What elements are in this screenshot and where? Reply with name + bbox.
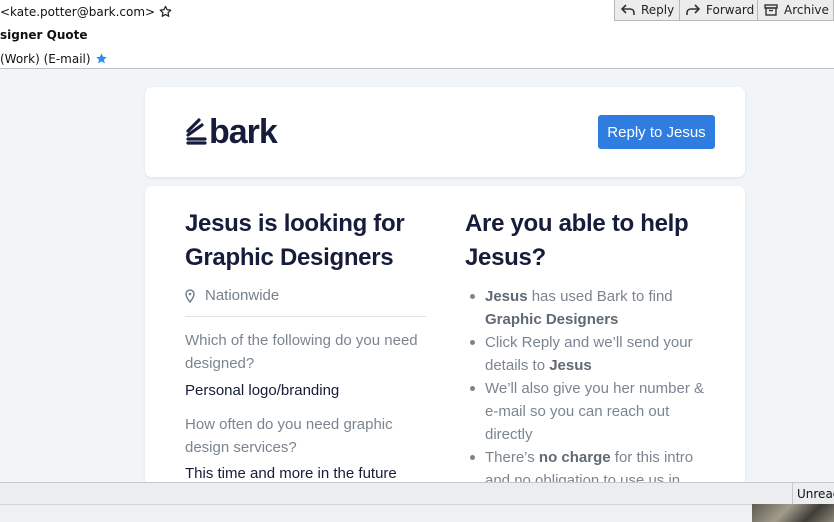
bullet-bold-text: no charge [538, 449, 611, 466]
help-bullet-item: There’s no charge for this intro and no … [465, 446, 705, 482]
reply-button[interactable]: Reply [614, 0, 684, 21]
forward-button[interactable]: Forward [679, 0, 764, 21]
background-window-strip [0, 504, 752, 522]
subject-line: signer Quote [0, 28, 88, 42]
help-heading: Are you able to help Jesus? [465, 210, 689, 271]
star-outline-icon[interactable] [159, 5, 172, 21]
answer-1: Personal logo/branding [185, 382, 340, 399]
location-pin-icon [185, 288, 195, 303]
from-line: <kate.potter@bark.com> [0, 5, 172, 21]
help-bullet-item: Click Reply and we’ll send your details … [465, 331, 705, 377]
reply-icon [621, 4, 635, 15]
recipient[interactable]: (Work) (E-mail) [0, 52, 91, 66]
request-heading: Jesus is looking for Graphic Designers [185, 210, 405, 271]
help-bullet-item: Jesus has used Bark to find Graphic Desi… [465, 285, 705, 331]
help-bullet-item: We’ll also give you her number & e-mail … [465, 377, 705, 446]
answer-2: This time and more in the future [185, 465, 397, 482]
status-bar: Unread [0, 482, 834, 505]
logo-text: bark [209, 113, 278, 151]
message-header: <kate.potter@bark.com> signer Quote (Wor… [0, 0, 834, 69]
forward-label: Forward [706, 3, 755, 17]
archive-label: Archive [784, 3, 829, 17]
location: Nationwide [185, 287, 279, 304]
background-window [0, 504, 834, 522]
star-filled-icon[interactable] [95, 52, 108, 68]
bark-mark-icon [186, 118, 207, 145]
background-image [752, 504, 834, 522]
bullet-bold-text: Jesus [485, 288, 528, 305]
request-card: Jesus is looking for Graphic Designers N… [145, 186, 745, 482]
archive-button[interactable]: Archive [757, 0, 834, 21]
forward-icon [686, 4, 700, 15]
archive-icon [764, 4, 778, 16]
sender-email[interactable]: <kate.potter@bark.com> [0, 5, 155, 19]
reply-label: Reply [641, 3, 675, 17]
bullet-text: We’ll also give you her number & e-mail … [485, 380, 704, 443]
bullet-bold-text: Jesus [549, 357, 592, 374]
bark-logo[interactable]: bark [185, 113, 278, 151]
email-body: bark Reply to Jesus Jesus is looking for… [0, 70, 834, 482]
bullet-bold-text: Graphic Designers [485, 311, 619, 328]
question-2: How often do you need graphic design ser… [185, 416, 393, 456]
location-text: Nationwide [205, 287, 280, 304]
question-1: Which of the following do you need desig… [185, 332, 418, 372]
reply-to-jesus-button[interactable]: Reply to Jesus [598, 115, 715, 149]
bullet-text: has used Bark to find [527, 288, 673, 305]
bullet-text: There’s [485, 449, 539, 466]
help-bullet-list: Jesus has used Bark to find Graphic Desi… [465, 285, 705, 482]
to-line: (Work) (E-mail) [0, 52, 108, 68]
unread-count[interactable]: Unread [792, 483, 834, 505]
logo-card: bark Reply to Jesus [145, 87, 745, 177]
divider [185, 316, 426, 317]
